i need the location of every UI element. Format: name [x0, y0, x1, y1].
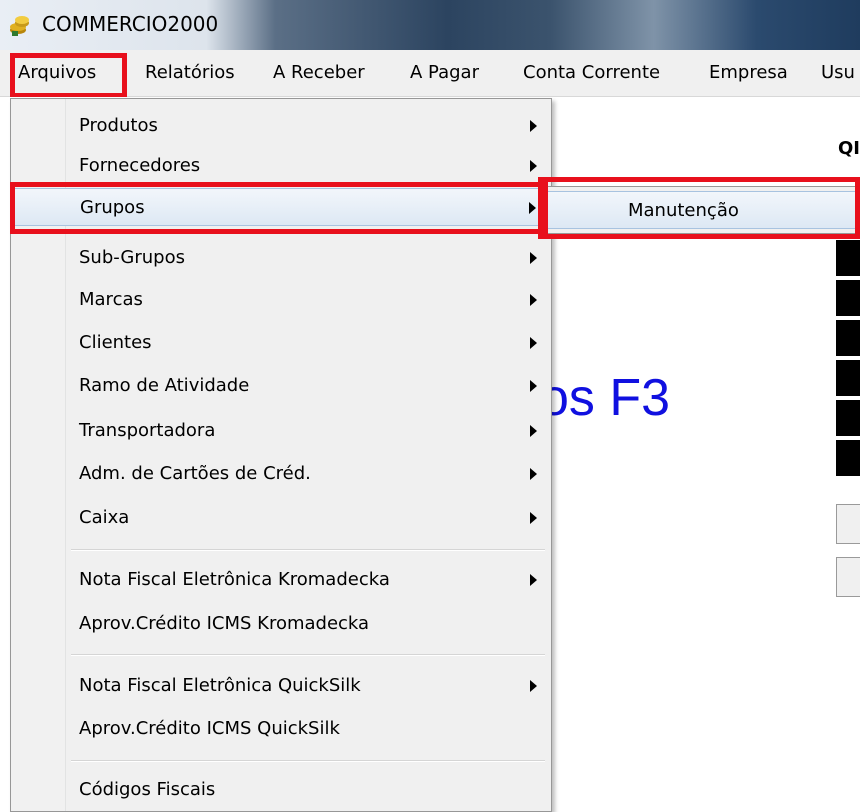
menu-item-sub-grupos[interactable]: Sub-Grupos: [13, 239, 549, 277]
menu-item-transportadora[interactable]: Transportadora: [13, 412, 549, 450]
menu-item-label: Nota Fiscal Eletrônica Kromadecka: [79, 569, 390, 590]
submenu-arrow-icon: [530, 120, 537, 132]
menu-item-label: Fornecedores: [79, 155, 201, 176]
background-button[interactable]: [836, 504, 860, 544]
menu-bar: Arquivos Relatórios A Receber A Pagar Co…: [0, 50, 860, 97]
grupos-highlight-box: [10, 182, 548, 234]
manutencao-highlight-box: [538, 177, 860, 239]
menu-item-nfe-quicksilk[interactable]: Nota Fiscal Eletrônica QuickSilk: [13, 667, 549, 705]
menu-conta-corrente[interactable]: Conta Corrente: [523, 62, 660, 83]
dark-cell: [836, 280, 860, 316]
menu-item-aprov-icms-kromadecka[interactable]: Aprov.Crédito ICMS Kromadecka: [13, 605, 549, 643]
submenu-arrow-icon: [530, 294, 537, 306]
submenu-arrow-icon: [530, 574, 537, 586]
dark-cell: [836, 240, 860, 276]
menu-separator: [71, 760, 545, 762]
submenu-arrow-icon: [530, 680, 537, 692]
menu-item-label: Produtos: [79, 115, 158, 136]
submenu-arrow-icon: [530, 380, 537, 392]
dark-cell: [836, 360, 860, 396]
menu-separator: [71, 549, 545, 551]
menu-usuarios[interactable]: Usu: [821, 62, 855, 83]
menu-item-produtos[interactable]: Produtos: [13, 107, 549, 145]
submenu-arrow-icon: [530, 425, 537, 437]
menu-a-pagar[interactable]: A Pagar: [410, 62, 479, 83]
menu-item-label: Transportadora: [79, 420, 216, 441]
menu-item-label: Caixa: [79, 507, 130, 528]
menu-item-aprov-icms-quicksilk[interactable]: Aprov.Crédito ICMS QuickSilk: [13, 710, 549, 748]
menu-separator: [71, 654, 545, 656]
submenu-arrow-icon: [530, 160, 537, 172]
background-header-text: QI: [838, 138, 860, 159]
menu-item-caixa[interactable]: Caixa: [13, 499, 549, 537]
title-bar: COMMERCIO2000: [0, 0, 860, 50]
menu-item-label: Marcas: [79, 289, 143, 310]
menu-item-label: Nota Fiscal Eletrônica QuickSilk: [79, 675, 361, 696]
submenu-arrow-icon: [530, 252, 537, 264]
background-button[interactable]: [836, 557, 860, 597]
menu-a-receber[interactable]: A Receber: [273, 62, 365, 83]
arquivos-highlight-box: [10, 53, 127, 98]
menu-item-marcas[interactable]: Marcas: [13, 281, 549, 319]
dark-cell: [836, 440, 860, 476]
menu-item-ramo-de-atividade[interactable]: Ramo de Atividade: [13, 367, 549, 405]
shortcut-label: os F3: [540, 369, 671, 427]
submenu-arrow-icon: [530, 512, 537, 524]
menu-item-nfe-kromadecka[interactable]: Nota Fiscal Eletrônica Kromadecka: [13, 561, 549, 599]
menu-item-label: Adm. de Cartões de Créd.: [79, 463, 311, 484]
menu-item-label: Aprov.Crédito ICMS QuickSilk: [79, 718, 340, 739]
menu-item-label: Clientes: [79, 332, 152, 353]
submenu-arrow-icon: [530, 337, 537, 349]
menu-item-label: Ramo de Atividade: [79, 375, 250, 396]
menu-item-label: Aprov.Crédito ICMS Kromadecka: [79, 613, 370, 634]
dark-cell: [836, 320, 860, 356]
submenu-arrow-icon: [530, 468, 537, 480]
menu-item-label: Códigos Fiscais: [79, 779, 216, 800]
menu-item-adm-cartoes[interactable]: Adm. de Cartões de Créd.: [13, 455, 549, 493]
coins-icon: [10, 16, 29, 36]
window-title: COMMERCIO2000: [42, 12, 219, 36]
menu-empresa[interactable]: Empresa: [709, 62, 788, 83]
menu-item-fornecedores[interactable]: Fornecedores: [13, 147, 549, 185]
menu-item-label: Sub-Grupos: [79, 247, 185, 268]
menu-relatorios[interactable]: Relatórios: [145, 62, 235, 83]
menu-item-clientes[interactable]: Clientes: [13, 324, 549, 362]
dark-cell: [836, 400, 860, 436]
menu-item-codigos-fiscais[interactable]: Códigos Fiscais: [13, 771, 549, 809]
